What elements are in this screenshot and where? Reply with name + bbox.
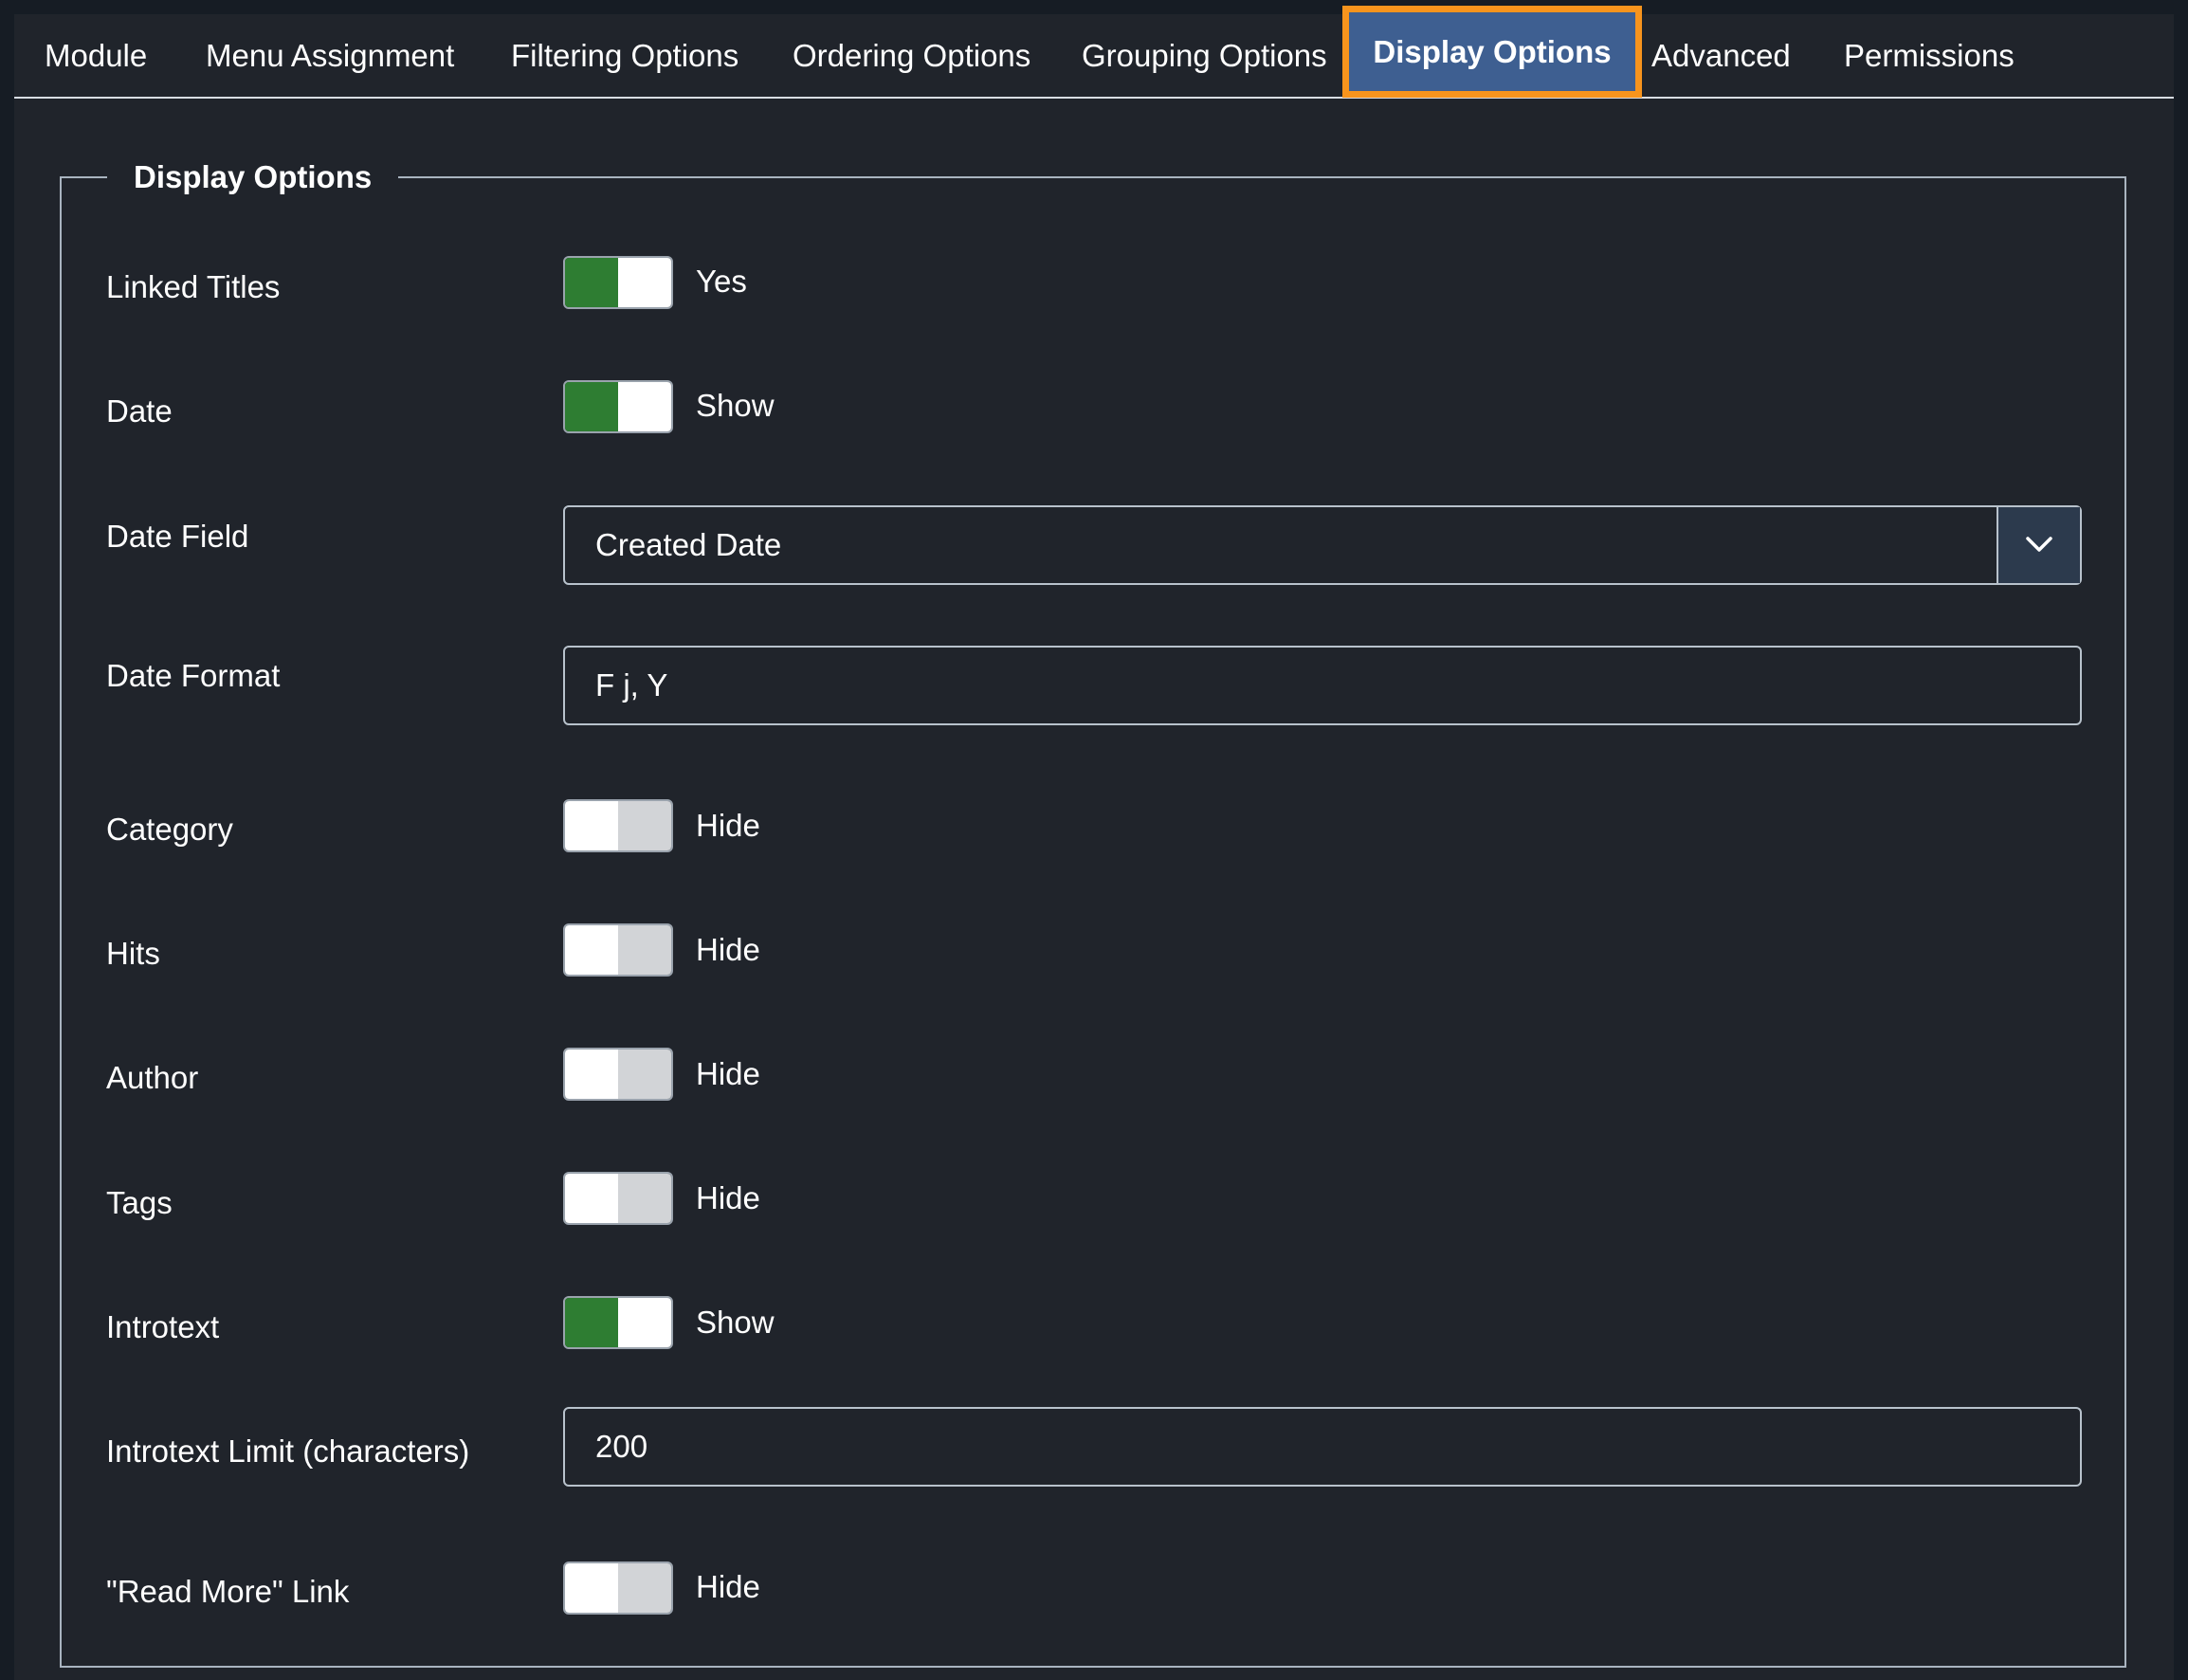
module-editor-panel: Module Menu Assignment Filtering Options… — [14, 6, 2174, 1680]
read-more-value: Hide — [696, 1569, 760, 1604]
read-more-label: "Read More" Link — [106, 1574, 350, 1609]
tab-permissions[interactable]: Permissions — [1844, 14, 2015, 97]
tab-module[interactable]: Module — [45, 14, 147, 97]
date-label: Date — [106, 393, 173, 429]
date-format-input[interactable]: F j, Y — [563, 646, 2082, 725]
date-field-select[interactable]: Created Date — [563, 505, 2082, 585]
date-switch[interactable] — [563, 380, 673, 433]
tab-advanced[interactable]: Advanced — [1651, 14, 1791, 97]
linked-titles-label: Linked Titles — [106, 269, 281, 304]
hits-switch[interactable] — [563, 923, 673, 977]
category-value: Hide — [696, 808, 760, 843]
date-value: Show — [696, 388, 775, 423]
tab-bar: Module Menu Assignment Filtering Options… — [14, 6, 2174, 99]
hits-value: Hide — [696, 932, 760, 967]
linked-titles-value: Yes — [696, 264, 747, 299]
chevron-down-icon — [2026, 537, 2052, 552]
date-format-label: Date Format — [106, 658, 281, 693]
tab-display-options[interactable]: Display Options — [1342, 6, 1642, 98]
introtext-switch[interactable] — [563, 1296, 673, 1349]
introtext-limit-input-value: 200 — [595, 1429, 648, 1464]
hits-label: Hits — [106, 936, 160, 971]
author-value: Hide — [696, 1056, 760, 1091]
introtext-limit-input[interactable]: 200 — [563, 1407, 2082, 1487]
tab-filtering-options[interactable]: Filtering Options — [511, 14, 738, 97]
select-caret-button[interactable] — [1997, 507, 2080, 583]
date-field-selected-value: Created Date — [595, 527, 782, 562]
author-switch[interactable] — [563, 1048, 673, 1101]
introtext-label: Introtext — [106, 1309, 220, 1344]
category-label: Category — [106, 812, 233, 847]
tab-ordering-options[interactable]: Ordering Options — [793, 14, 1030, 97]
date-format-input-value: F j, Y — [595, 667, 668, 703]
tab-grouping-options[interactable]: Grouping Options — [1082, 14, 1327, 97]
tags-label: Tags — [106, 1185, 173, 1220]
linked-titles-switch[interactable] — [563, 256, 673, 309]
tab-menu-assignment[interactable]: Menu Assignment — [206, 14, 454, 97]
read-more-switch[interactable] — [563, 1561, 673, 1615]
tags-value: Hide — [696, 1180, 760, 1215]
category-switch[interactable] — [563, 799, 673, 852]
introtext-value: Show — [696, 1305, 775, 1340]
introtext-limit-label: Introtext Limit (characters) — [106, 1433, 470, 1469]
author-label: Author — [106, 1060, 199, 1095]
date-field-label: Date Field — [106, 519, 249, 554]
tags-switch[interactable] — [563, 1172, 673, 1225]
fieldset-legend: Display Options — [107, 155, 399, 199]
